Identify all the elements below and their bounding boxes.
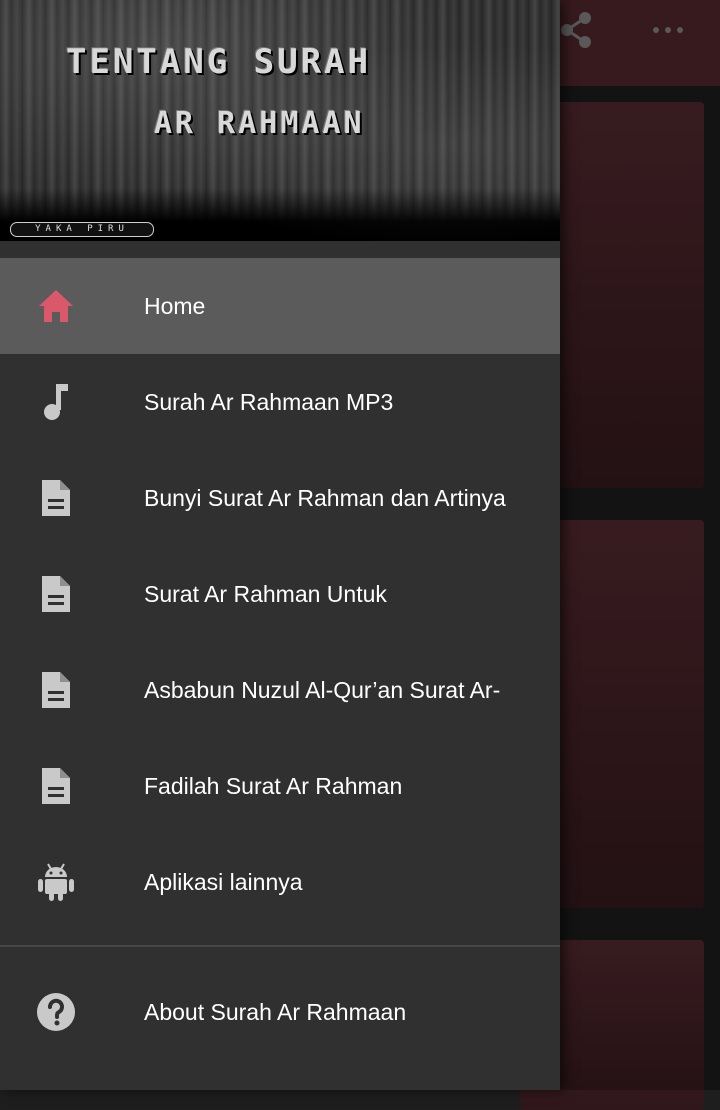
android-icon bbox=[38, 863, 74, 901]
banner-title-line1: TENTANG SURAH bbox=[66, 42, 372, 82]
music-note-icon bbox=[44, 384, 68, 420]
menu-item-label: Fadilah Surat Ar Rahman bbox=[144, 773, 403, 799]
document-icon bbox=[42, 768, 70, 804]
menu-item-other-apps[interactable]: Aplikasi lainnya bbox=[0, 834, 560, 930]
menu-item-label: Home bbox=[144, 293, 206, 319]
banner-tag: YAKA PIRU bbox=[10, 222, 154, 237]
document-icon bbox=[42, 480, 70, 516]
menu-item-label: Surah Ar Rahmaan MP3 bbox=[144, 389, 394, 415]
menu-item-label: Asbabun Nuzul Al-Qur’an Surat Ar- bbox=[144, 677, 501, 703]
drawer-header-banner: TENTANG SURAH AR RAHMAAN YAKA PIRU bbox=[0, 0, 560, 241]
menu-item-surat-untuk[interactable]: Surat Ar Rahman Untuk bbox=[0, 546, 560, 642]
menu-item-label: Surat Ar Rahman Untuk bbox=[144, 581, 387, 607]
menu-item-about[interactable]: About Surah Ar Rahmaan bbox=[0, 964, 560, 1060]
navigation-drawer: TENTANG SURAH AR RAHMAAN YAKA PIRU Home … bbox=[0, 0, 560, 1090]
menu-item-home[interactable]: Home bbox=[0, 258, 560, 354]
document-icon bbox=[42, 672, 70, 708]
home-icon bbox=[39, 290, 73, 322]
menu-item-bunyi-surat[interactable]: Bunyi Surat Ar Rahman dan Artinya bbox=[0, 450, 560, 546]
menu-item-asbabun-nuzul[interactable]: Asbabun Nuzul Al-Qur’an Surat Ar- bbox=[0, 642, 560, 738]
menu-item-mp3[interactable]: Surah Ar Rahmaan MP3 bbox=[0, 354, 560, 450]
menu-item-label: Aplikasi lainnya bbox=[144, 869, 303, 895]
menu-item-fadilah[interactable]: Fadilah Surat Ar Rahman bbox=[0, 738, 560, 834]
help-icon bbox=[37, 993, 75, 1031]
menu-item-label: About Surah Ar Rahmaan bbox=[144, 999, 407, 1025]
menu-divider bbox=[0, 945, 560, 947]
banner-title-line2: AR RAHMAAN bbox=[154, 106, 365, 141]
menu-item-label: Bunyi Surat Ar Rahman dan Artinya bbox=[144, 485, 506, 511]
document-icon bbox=[42, 576, 70, 612]
